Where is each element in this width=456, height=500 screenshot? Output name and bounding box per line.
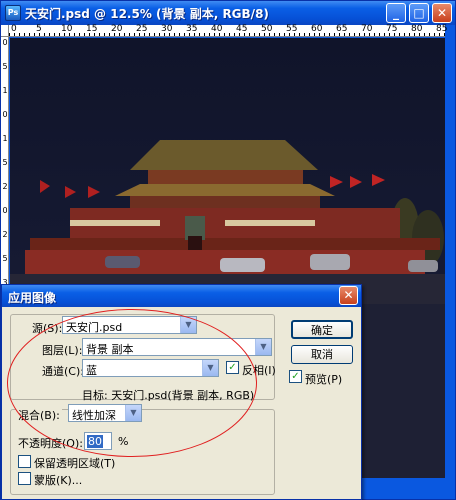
- blending-select[interactable]: 线性加深 ▼: [68, 404, 142, 422]
- ruler-top-label: 45: [236, 24, 248, 34]
- cancel-button[interactable]: 取消: [291, 345, 353, 364]
- ruler-top-label: 70: [361, 24, 373, 34]
- dialog-titlebar[interactable]: 应用图像 ✕: [2, 285, 361, 307]
- ruler-top-label: 35: [186, 24, 198, 34]
- chevron-down-icon: ▼: [255, 339, 271, 355]
- ruler-top-label: 85: [436, 24, 448, 34]
- mask-checkbox[interactable]: [18, 472, 31, 485]
- minimize-button[interactable]: _: [386, 3, 406, 23]
- ruler-left-label: 1: [2, 134, 8, 143]
- ruler-left-label: 2: [2, 230, 8, 239]
- ruler-top-label: 60: [311, 24, 323, 34]
- ruler-top[interactable]: 0 5 10 15 20 25 30 35 40 45 50 55 60 65 70 75 80 85: [9, 24, 448, 37]
- ruler-corner[interactable]: [1, 25, 9, 37]
- target-text: 目标: 天安门.psd(背景 副本, RGB): [82, 389, 255, 402]
- ruler-left-label: 2: [2, 182, 8, 191]
- photoshop-icon: Ps: [5, 5, 21, 21]
- ruler-left-label: 5: [2, 62, 8, 71]
- preserve-transparency-checkbox[interactable]: [18, 455, 31, 468]
- close-button[interactable]: ✕: [432, 3, 452, 23]
- dialog-title: 应用图像: [8, 291, 57, 305]
- ruler-top-label: 50: [261, 24, 273, 34]
- channel-label: 通道(C):: [42, 365, 84, 378]
- dialog-close-button[interactable]: ✕: [339, 286, 358, 305]
- ruler-left-label: 5: [2, 158, 8, 167]
- preserve-transparency-label: 保留透明区域(T): [34, 457, 116, 470]
- chevron-down-icon: ▼: [202, 360, 218, 376]
- apply-image-dialog: 应用图像 ✕ 源(S): 天安门.psd ▼ 图层(L): 背景 副本 ▼ 通道…: [1, 284, 362, 500]
- ruler-left-label: 0: [2, 38, 8, 47]
- ruler-left-label: 5: [2, 254, 8, 263]
- ruler-top-label: 10: [61, 24, 73, 34]
- opacity-label: 不透明度(O):: [18, 437, 83, 450]
- ruler-top-label: 20: [111, 24, 123, 34]
- maximize-button[interactable]: □: [409, 3, 429, 23]
- document-titlebar[interactable]: Ps 天安门.psd @ 12.5% (背景 副本, RGB/8) _ □ ✕: [1, 1, 455, 25]
- ruler-left-label: 1: [2, 86, 8, 95]
- ruler-top-label: 75: [386, 24, 398, 34]
- ruler-left-label: 0: [2, 110, 8, 119]
- ruler-top-label: 55: [286, 24, 298, 34]
- chevron-down-icon: ▼: [125, 405, 141, 421]
- layer-label: 图层(L):: [42, 344, 83, 357]
- ruler-top-label: 40: [211, 24, 223, 34]
- ruler-top-label: 65: [336, 24, 348, 34]
- mask-label: 蒙版(K)...: [34, 474, 83, 487]
- preview-checkbox[interactable]: ✓: [289, 370, 302, 383]
- layer-select[interactable]: 背景 副本 ▼: [82, 338, 272, 356]
- opacity-unit: %: [118, 435, 129, 448]
- ruler-top-label: 80: [411, 24, 423, 34]
- source-label: 源(S):: [32, 322, 63, 335]
- blending-label: 混合(B):: [16, 407, 62, 423]
- ruler-top-label: 5: [36, 24, 42, 34]
- ok-button[interactable]: 确定: [291, 320, 353, 339]
- ruler-top-label: 25: [136, 24, 148, 34]
- chevron-down-icon: ▼: [180, 317, 196, 333]
- preview-label: 预览(P): [305, 373, 343, 386]
- opacity-input[interactable]: 80: [84, 432, 112, 450]
- channel-select[interactable]: 蓝 ▼: [82, 359, 219, 377]
- ruler-top-label: 15: [86, 24, 98, 34]
- invert-label: 反相(I): [242, 364, 276, 377]
- source-select[interactable]: 天安门.psd ▼: [62, 316, 197, 334]
- ruler-top-label: 0: [11, 24, 17, 34]
- ruler-left-label: 0: [2, 206, 8, 215]
- ruler-top-label: 30: [161, 24, 173, 34]
- invert-checkbox[interactable]: ✓: [226, 361, 239, 374]
- document-title: 天安门.psd @ 12.5% (背景 副本, RGB/8): [25, 7, 269, 21]
